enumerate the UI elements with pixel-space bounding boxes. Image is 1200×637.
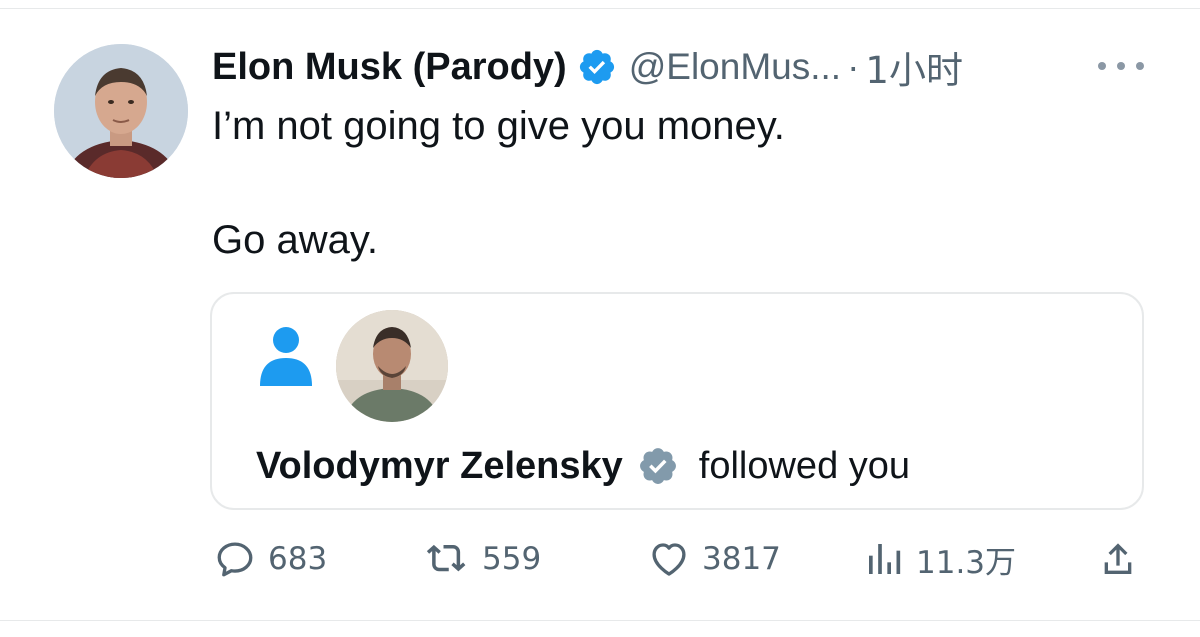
reply-count: 683 (268, 541, 328, 577)
followed-text: followed you (698, 444, 911, 487)
gray-verified-badge-icon (637, 445, 679, 487)
bottom-divider (0, 620, 1200, 621)
retweet-count: 559 (482, 541, 542, 577)
like-count: 3817 (702, 541, 781, 577)
more-dot (1117, 62, 1125, 70)
person-icon (256, 324, 316, 386)
reply-button[interactable]: 683 (214, 534, 327, 584)
separator-dot: · (847, 46, 860, 87)
more-dot (1098, 62, 1106, 70)
share-icon (1104, 543, 1132, 574)
tweet-text-line: I’m not going to give you money. (212, 104, 785, 148)
more-dot (1136, 62, 1144, 70)
author-avatar[interactable] (54, 44, 188, 178)
tweet-text-line: Go away. (212, 218, 378, 262)
follower-name: Volodymyr Zelensky (256, 444, 623, 487)
views-button[interactable]: 11.3万 (864, 534, 1016, 584)
retweet-icon (426, 544, 466, 572)
tweet-header: Elon Musk (Parody) @ElonMus... · 1小时 (212, 40, 963, 94)
more-horizontal-icon[interactable] (1098, 58, 1144, 74)
views-icon (869, 544, 901, 574)
elon-avatar-image (54, 44, 188, 178)
author-handle[interactable]: @ElonMus... (629, 46, 841, 88)
author-display-name[interactable]: Elon Musk (Parody) (212, 46, 567, 89)
views-count: 11.3万 (916, 544, 1017, 581)
follow-notification: Volodymyr Zelensky followed you (256, 438, 910, 494)
top-divider (0, 8, 1200, 9)
verified-badge-icon[interactable] (577, 47, 617, 87)
quoted-image-card[interactable]: Volodymyr Zelensky followed you (210, 292, 1144, 510)
retweet-button[interactable]: 559 (424, 534, 541, 584)
like-button[interactable]: 3817 (648, 534, 781, 584)
zelensky-avatar (336, 310, 448, 422)
share-button[interactable] (1098, 534, 1138, 584)
heart-icon (652, 543, 686, 576)
tweet-timestamp[interactable]: 1小时 (865, 40, 963, 94)
reply-icon (217, 542, 253, 577)
